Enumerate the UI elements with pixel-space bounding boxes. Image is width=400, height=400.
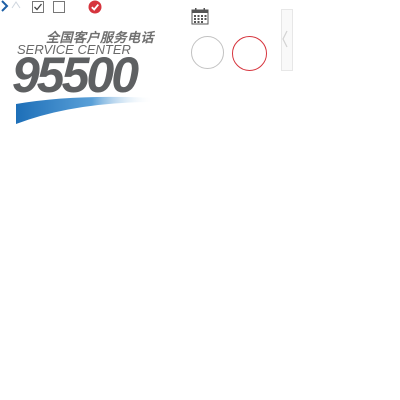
checkbox-checked-icon[interactable] [32,1,44,13]
chevron-right-icon[interactable] [0,0,10,12]
calendar-icon[interactable] [191,7,209,25]
radio-circle-unselected[interactable] [191,36,224,69]
check-circle-icon [88,0,102,14]
collapse-handle-icon[interactable] [281,9,293,71]
triangle-up-icon [11,1,21,9]
radio-circle-selected[interactable] [232,36,267,71]
logo-swoosh [16,96,154,124]
checkbox-unchecked-icon[interactable] [53,1,65,13]
